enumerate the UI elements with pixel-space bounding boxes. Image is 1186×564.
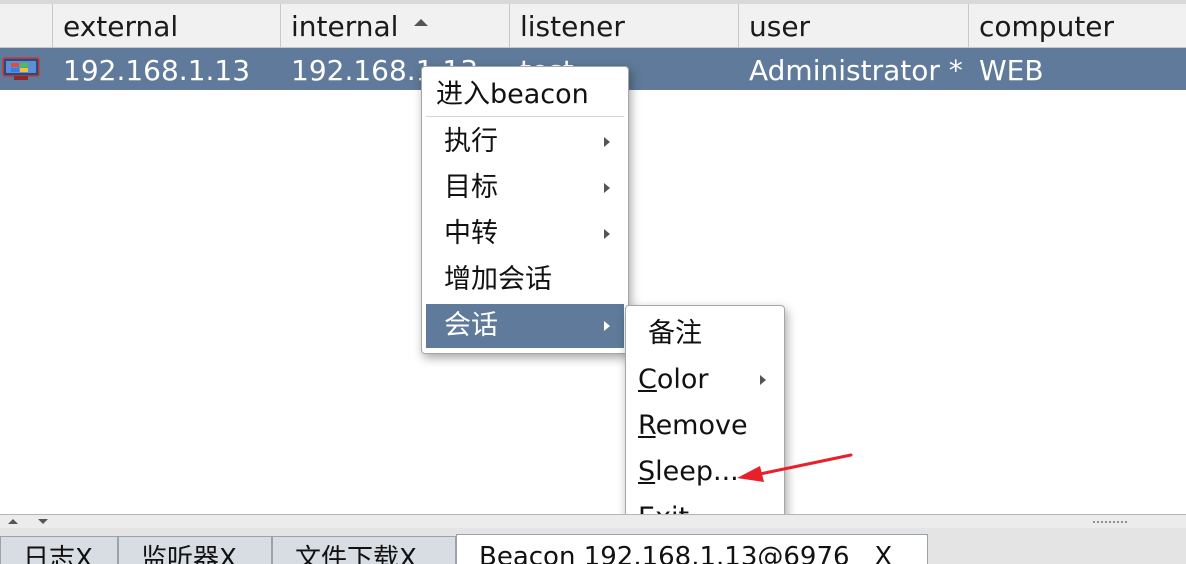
session-table-header: external internal listener user computer (0, 0, 1186, 48)
menu-item-pivoting[interactable]: 中转 (426, 212, 624, 256)
submenu-item-label-rest: olor (656, 364, 709, 395)
menu-item-label: 中转 (444, 218, 498, 249)
submenu-arrow-icon (760, 375, 766, 385)
submenu-item-label-rest: leep... (655, 456, 739, 487)
cell-external: 192.168.1.13 (63, 54, 251, 87)
sort-ascending-icon (414, 19, 429, 26)
panel-splitter[interactable] (0, 514, 1186, 528)
menu-item-session[interactable]: 会话 (426, 304, 624, 348)
session-submenu: 备注 Color Remove Sleep... Exit (625, 305, 785, 543)
menu-separator (426, 116, 624, 117)
session-context-menu: 进入beacon 执行 目标 中转 增加会话 会话 (421, 66, 629, 354)
menu-item-label: 会话 (444, 310, 498, 341)
column-header-external-label: external (63, 10, 179, 43)
column-header-internal[interactable]: internal (281, 4, 510, 48)
expand-down-icon[interactable] (38, 519, 48, 524)
submenu-item-sleep[interactable]: Sleep... (630, 450, 780, 494)
column-header-listener-label: listener (520, 10, 625, 43)
column-header-icon[interactable] (0, 4, 53, 48)
tab-event-log[interactable]: 日志X (0, 536, 118, 564)
column-header-listener[interactable]: listener (510, 4, 739, 48)
tab-downloads[interactable]: 文件下载X (272, 536, 456, 564)
column-header-internal-label: internal (291, 10, 399, 43)
submenu-item-color[interactable]: Color (630, 358, 780, 402)
menu-item-label: 执行 (444, 126, 498, 157)
submenu-arrow-icon (604, 137, 610, 147)
submenu-item-label: 备注 (648, 318, 702, 349)
menu-item-explore[interactable]: 目标 (426, 166, 624, 210)
submenu-item-note[interactable]: 备注 (630, 312, 780, 356)
menu-item-execute[interactable]: 执行 (426, 120, 624, 164)
tab-label: Beacon 192.168.1.13@6976 X (479, 542, 893, 564)
submenu-item-label-rest: emove (655, 410, 748, 441)
windows-session-icon (2, 57, 40, 80)
column-header-computer[interactable]: computer (969, 4, 1186, 48)
menu-item-label: 进入beacon (436, 79, 589, 110)
app-window: external internal listener user computer… (0, 0, 1186, 564)
menu-item-label: 增加会话 (444, 264, 552, 295)
tab-label: 日志X (23, 544, 93, 564)
submenu-arrow-icon (604, 321, 610, 331)
bottom-tab-bar: 日志X 监听器X 文件下载X Beacon 192.168.1.13@6976 … (0, 528, 1186, 564)
expand-up-icon[interactable] (8, 519, 18, 524)
cell-user: Administrator * (749, 54, 963, 87)
resize-grip-icon[interactable] (1092, 520, 1128, 524)
submenu-arrow-icon (604, 229, 610, 239)
menu-item-label: 目标 (444, 172, 498, 203)
menu-item-spawn-session[interactable]: 增加会话 (426, 258, 624, 302)
column-header-external[interactable]: external (53, 4, 281, 48)
tab-listeners[interactable]: 监听器X (118, 536, 272, 564)
mnemonic-letter: R (638, 410, 656, 441)
mnemonic-letter: C (638, 364, 657, 395)
tab-label: 文件下载X (295, 544, 417, 564)
column-header-user[interactable]: user (739, 4, 969, 48)
column-header-computer-label: computer (979, 10, 1115, 43)
tab-beacon[interactable]: Beacon 192.168.1.13@6976 X (456, 534, 928, 564)
tab-label: 监听器X (141, 544, 237, 564)
menu-item-interact[interactable]: 进入beacon (426, 73, 624, 117)
submenu-item-remove[interactable]: Remove (630, 404, 780, 448)
cell-computer: WEB (979, 54, 1044, 87)
submenu-arrow-icon (604, 183, 610, 193)
column-header-user-label: user (749, 10, 811, 43)
mnemonic-letter: S (638, 456, 656, 487)
